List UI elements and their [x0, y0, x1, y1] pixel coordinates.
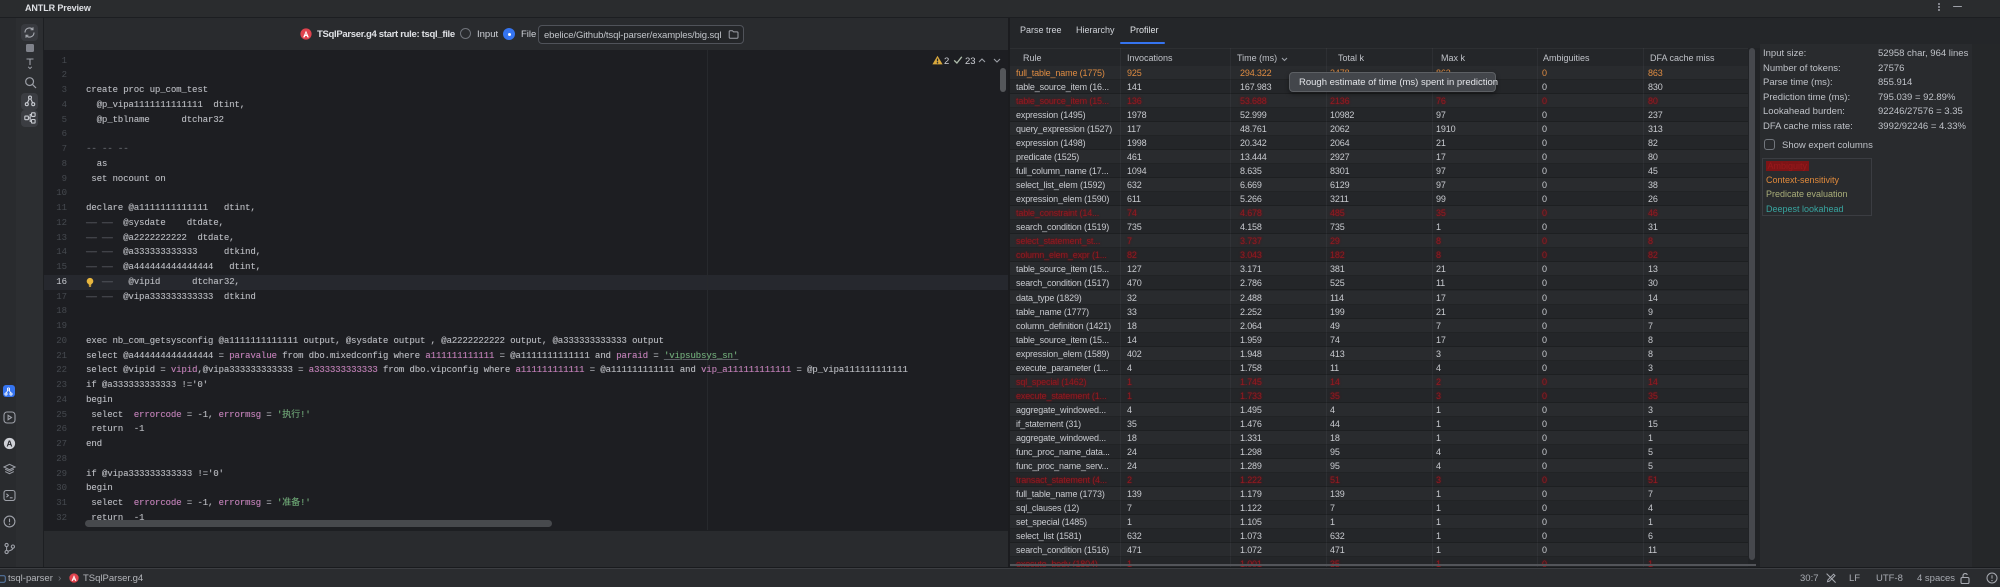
svg-text:A: A — [6, 439, 12, 448]
